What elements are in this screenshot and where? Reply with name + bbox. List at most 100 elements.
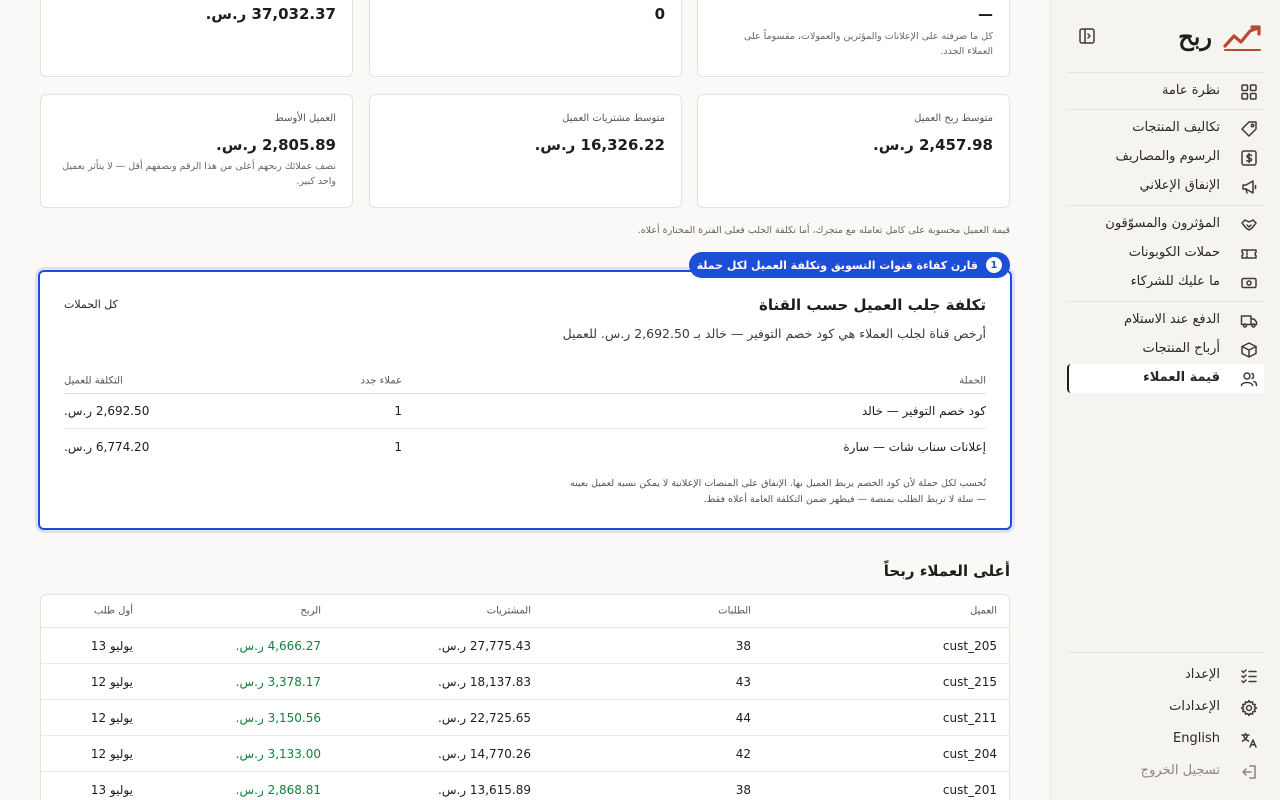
cell-purchases: 14,770.26 ر.س. bbox=[438, 746, 531, 761]
brand-logo-icon bbox=[1223, 25, 1261, 51]
nav-label: الإعدادات bbox=[1169, 699, 1220, 714]
cell-customer: cust_204 bbox=[942, 746, 997, 761]
nav-label: الرسوم والمصاريف bbox=[1115, 149, 1221, 164]
nav-label: المؤثرون والمسوّقون bbox=[1105, 216, 1220, 231]
nav-item-customer-value[interactable]: قيمة العملاء bbox=[1067, 364, 1264, 393]
kpi-label: متوسط ربح العميل bbox=[914, 113, 993, 124]
cell-profit: 4,666.27 ر.س. bbox=[235, 638, 321, 653]
nav-item-overview[interactable]: نظرة عامة bbox=[1067, 77, 1264, 106]
cell-orders: 38 bbox=[735, 782, 751, 797]
col-orders[interactable]: الطلبات bbox=[718, 606, 751, 617]
campaign-filter[interactable]: كل الحملات bbox=[64, 298, 118, 311]
kpi-card-avg-profit: متوسط ربح العميل 2,457.98 ر.س. bbox=[697, 94, 1010, 208]
col-profit[interactable]: الربح bbox=[300, 606, 321, 617]
nav-item-language[interactable]: English bbox=[1067, 725, 1264, 757]
kpi-label: العميل الأوسط bbox=[274, 113, 336, 124]
nav-item-influencers[interactable]: المؤثرون والمسوّقون bbox=[1067, 210, 1264, 239]
kpi-label: متوسط مشتريات العميل bbox=[562, 113, 665, 124]
translate-icon bbox=[1241, 732, 1257, 748]
nav-item-setup[interactable]: الإعداد bbox=[1067, 661, 1264, 693]
value-footnote: قيمة العميل محسوبة على كامل تعامله مع مت… bbox=[637, 225, 1010, 236]
gear-icon bbox=[1240, 699, 1258, 717]
table-row[interactable]: cust_204 42 14,770.26 ر.س. 3,133.00 ر.س.… bbox=[41, 736, 1009, 772]
note-line: تُحسب لكل حملة لأن كود الخصم يربط العميل… bbox=[570, 478, 986, 489]
cell-campaign: إعلانات سناب شات — سارة bbox=[843, 439, 986, 454]
nav-divider bbox=[1067, 652, 1264, 653]
cell-profit: 2,868.81 ر.س. bbox=[235, 782, 321, 797]
box-icon bbox=[1241, 342, 1257, 358]
col-first-order[interactable]: أول طلب bbox=[94, 606, 133, 617]
cell-purchases: 27,775.43 ر.س. bbox=[438, 638, 531, 653]
cell-first-order: يوليو 13 bbox=[90, 638, 133, 653]
brand: ربح bbox=[1067, 18, 1264, 58]
table-row[interactable]: cust_215 43 18,137.83 ر.س. 3,378.17 ر.س.… bbox=[41, 664, 1009, 700]
cash-icon bbox=[1241, 277, 1257, 289]
logout-icon bbox=[1242, 765, 1256, 779]
nav-item-coupons[interactable]: حملات الكوبونات bbox=[1067, 239, 1264, 268]
nav-item-product-costs[interactable]: تكاليف المنتجات bbox=[1067, 114, 1264, 143]
handshake-icon bbox=[1241, 219, 1257, 231]
col-campaign: الحملة bbox=[959, 375, 986, 386]
nav-label: تكاليف المنتجات bbox=[1132, 120, 1220, 135]
nav-item-logout[interactable]: تسجيل الخروج bbox=[1067, 757, 1264, 789]
tour-step-badge[interactable]: 1 قارن كفاءة قنوات التسويق وتكلفة العميل… bbox=[688, 252, 1010, 278]
dollar-icon bbox=[1241, 150, 1257, 166]
nav-label: الدفع عند الاستلام bbox=[1124, 312, 1220, 327]
cell-profit: 3,378.17 ر.س. bbox=[235, 674, 321, 689]
table-row: كود خصم التوفير — خالد 1 2,692.50 ر.س. bbox=[64, 394, 986, 429]
table-row[interactable]: cust_211 44 22,725.65 ر.س. 3,150.56 ر.س.… bbox=[41, 700, 1009, 736]
kpi-card-avg-purchases: متوسط مشتريات العميل 16,326.22 ر.س. bbox=[369, 94, 682, 208]
nav-divider bbox=[1067, 301, 1264, 302]
cell-orders: 42 bbox=[735, 746, 751, 761]
cell-first-order: يوليو 12 bbox=[90, 746, 133, 761]
table-row[interactable]: cust_205 38 27,775.43 ر.س. 4,666.27 ر.س.… bbox=[41, 628, 1009, 664]
col-customer[interactable]: العميل bbox=[970, 606, 997, 617]
nav-divider bbox=[1067, 109, 1264, 110]
kpi-card-cac: — كل ما صرفته على الإعلانات والمؤثرين وا… bbox=[697, 0, 1010, 77]
nav-item-product-profits[interactable]: أرباح المنتجات bbox=[1067, 335, 1264, 364]
main-content: — كل ما صرفته على الإعلانات والمؤثرين وا… bbox=[38, 0, 1012, 800]
nav-item-ad-spend[interactable]: الإنفاق الإعلاني bbox=[1067, 172, 1264, 201]
nav-group-bottom: الإعداد الإعدادات English تسجيل الخروج bbox=[1067, 661, 1264, 789]
cac-table: الحملة عملاء جدد التكلفة للعميل كود خصم … bbox=[64, 368, 986, 464]
nav-item-cod[interactable]: الدفع عند الاستلام bbox=[1067, 306, 1264, 335]
cell-new-customers: 1 bbox=[394, 404, 402, 418]
sidebar: ربح نظرة عامة تكاليف المنتجات الرسوم وال… bbox=[1050, 0, 1280, 800]
sidebar-collapse-icon[interactable] bbox=[1077, 26, 1097, 46]
kpi-value: 37,032.37 ر.س. bbox=[205, 5, 336, 23]
nav-label: نظرة عامة bbox=[1161, 83, 1220, 98]
cell-cost: 2,692.50 ر.س. bbox=[64, 404, 150, 418]
col-cost: التكلفة للعميل bbox=[64, 375, 123, 386]
checklist-icon bbox=[1241, 669, 1257, 684]
cell-customer: cust_205 bbox=[942, 638, 997, 653]
tour-step-number: 1 bbox=[986, 257, 1002, 273]
truck-icon bbox=[1240, 315, 1258, 328]
grid-icon bbox=[1241, 84, 1257, 100]
cell-purchases: 13,615.89 ر.س. bbox=[438, 782, 531, 797]
users-icon bbox=[1240, 372, 1258, 387]
nav-divider bbox=[1067, 205, 1264, 206]
nav-item-fees[interactable]: الرسوم والمصاريف bbox=[1067, 143, 1264, 172]
table-row[interactable]: cust_201 38 13,615.89 ر.س. 2,868.81 ر.س.… bbox=[41, 772, 1009, 800]
nav-item-settings[interactable]: الإعدادات bbox=[1067, 693, 1264, 725]
cell-first-order: يوليو 12 bbox=[90, 674, 133, 689]
kpi-value: 2,457.98 ر.س. bbox=[873, 136, 993, 154]
cell-purchases: 22,725.65 ر.س. bbox=[438, 710, 531, 725]
table-header: الحملة عملاء جدد التكلفة للعميل bbox=[64, 368, 986, 394]
cell-first-order: يوليو 13 bbox=[90, 782, 133, 797]
kpi-card-median: العميل الأوسط 2,805.89 ر.س. نصف عملائك ر… bbox=[40, 94, 353, 208]
tag-icon bbox=[1241, 121, 1257, 137]
section-subtitle: أرخص قناة لجلب العملاء هي كود خصم التوفي… bbox=[562, 326, 986, 341]
nav-label: English bbox=[1173, 731, 1220, 746]
nav-label: تسجيل الخروج bbox=[1140, 763, 1220, 778]
nav-label: حملات الكوبونات bbox=[1128, 245, 1220, 260]
nav-group-costs: تكاليف المنتجات الرسوم والمصاريف الإنفاق… bbox=[1067, 114, 1264, 201]
cell-orders: 38 bbox=[735, 638, 751, 653]
nav-item-partner-dues[interactable]: ما عليك للشركاء bbox=[1067, 268, 1264, 297]
megaphone-icon bbox=[1242, 180, 1257, 194]
cell-new-customers: 1 bbox=[394, 439, 402, 454]
col-purchases[interactable]: المشتريات bbox=[487, 606, 531, 617]
kpi-value: 16,326.22 ر.س. bbox=[534, 136, 665, 154]
kpi-card-total: 37,032.37 ر.س. bbox=[40, 0, 353, 77]
cell-cost: 6,774.20 ر.س. bbox=[64, 439, 150, 454]
